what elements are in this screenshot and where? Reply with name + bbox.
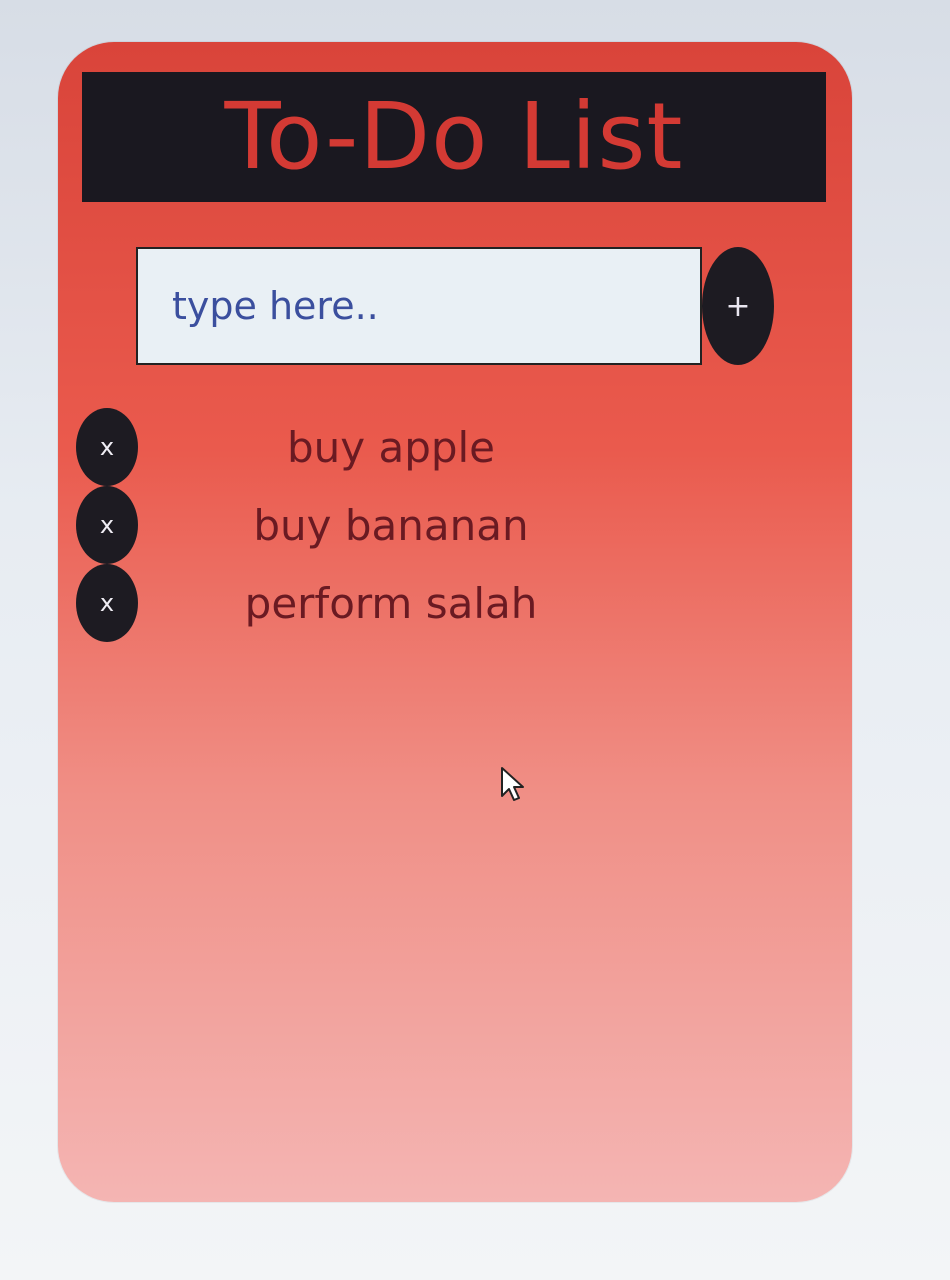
todo-item-text: perform salah (244, 578, 538, 628)
todo-input[interactable] (136, 247, 702, 365)
todo-card: To-Do List + x buy apple x buy bananan (58, 42, 852, 1202)
list-item: x perform salah (76, 564, 776, 642)
list-item: x buy apple (76, 408, 776, 486)
todo-list: x buy apple x buy bananan x perform sala… (76, 408, 776, 642)
list-item: x buy bananan (76, 486, 776, 564)
header-bar: To-Do List (82, 72, 826, 202)
delete-button[interactable]: x (76, 486, 138, 564)
close-icon: x (99, 433, 115, 461)
page-title: To-Do List (224, 83, 684, 190)
page: To-Do List + x buy apple x buy bananan (0, 0, 950, 1280)
close-icon: x (99, 589, 115, 617)
close-icon: x (99, 511, 115, 539)
add-button[interactable]: + (702, 247, 774, 365)
todo-item-text: buy bananan (253, 500, 529, 550)
delete-button[interactable]: x (76, 564, 138, 642)
todo-item-text: buy apple (286, 422, 496, 472)
input-row: + (136, 247, 786, 365)
delete-button[interactable]: x (76, 408, 138, 486)
plus-icon: + (725, 288, 751, 324)
mouse-pointer-icon (501, 767, 524, 801)
